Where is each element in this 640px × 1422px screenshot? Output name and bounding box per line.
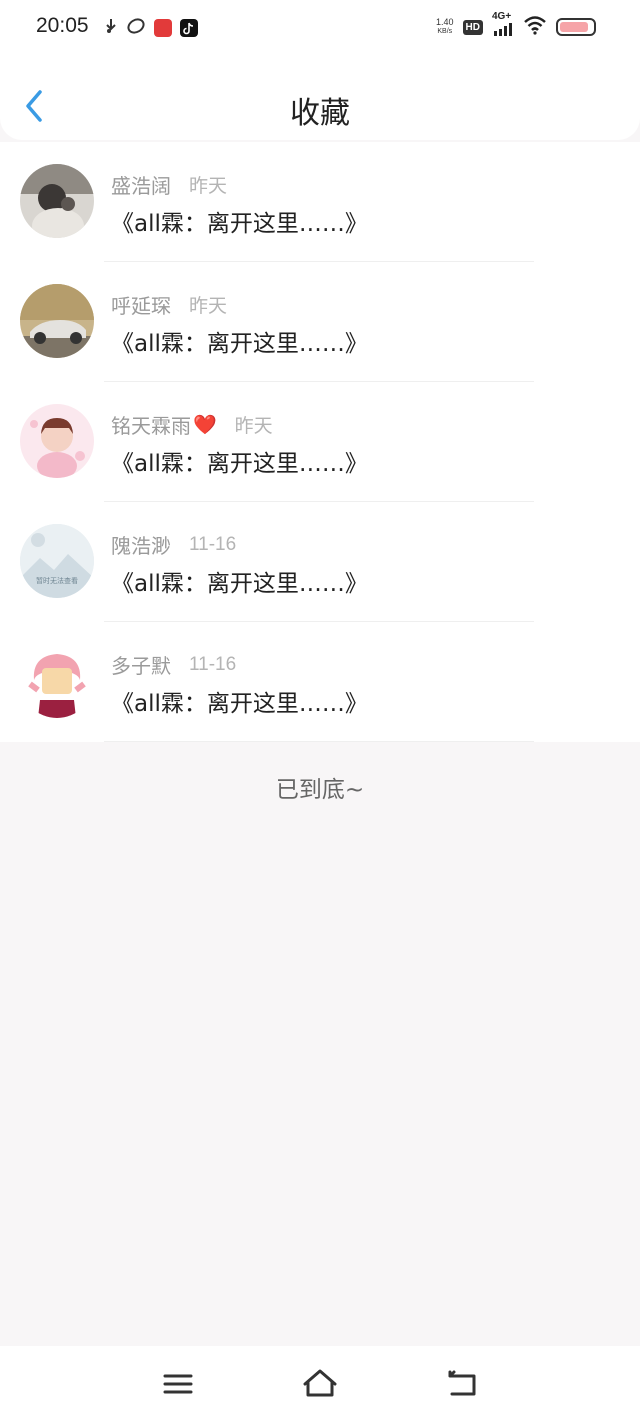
item-title: 《all霖：离开这里……》 <box>111 211 368 237</box>
page-title: 收藏 <box>290 96 350 131</box>
author-name: 隗浩渺 <box>111 534 171 558</box>
item-date: 11-16 <box>189 653 237 675</box>
list-item[interactable]: 铭天霖雨 ❤️ 昨天 《all霖：离开这里……》 <box>0 382 640 502</box>
home-icon <box>303 1369 337 1397</box>
list-item[interactable]: 盛浩阔 昨天 《all霖：离开这里……》 <box>0 142 640 262</box>
status-bar: 20:05 1.40 KB/s HD 4G+ <box>0 0 640 58</box>
home-button[interactable] <box>302 1368 338 1400</box>
network-label: 4G+ <box>492 11 512 22</box>
author-name: 呼延琛 <box>111 294 171 318</box>
item-date: 昨天 <box>234 416 273 437</box>
list-item[interactable]: 暂时无法查看 隗浩渺 11-16 《all霖：离开这里……》 <box>0 502 640 622</box>
menu-icon <box>163 1374 193 1394</box>
item-title: 《all霖：离开这里……》 <box>111 571 368 597</box>
net-speed-unit: KB/s <box>437 28 453 35</box>
tiktok-icon <box>180 19 198 37</box>
avatar: 暂时无法查看 <box>20 524 94 598</box>
back-nav-button[interactable] <box>444 1368 480 1400</box>
notification-icons <box>104 17 198 39</box>
top-card: 20:05 1.40 KB/s HD 4G+ 收藏 <box>0 0 640 140</box>
screen: 20:05 1.40 KB/s HD 4G+ 收藏 盛浩阔 昨天 《all霖：离… <box>0 0 640 1422</box>
item-title: 《all霖：离开这里……》 <box>111 331 368 357</box>
battery-icon <box>556 18 596 36</box>
item-date: 11-16 <box>189 533 237 555</box>
navigation-bar <box>0 1346 640 1422</box>
end-of-list-text: 已到底~ <box>275 777 365 803</box>
net-speed-value: 1.40 <box>436 17 454 27</box>
avatar <box>20 644 94 718</box>
item-meta: 隗浩渺 11-16 <box>111 530 236 559</box>
avatar <box>20 284 94 358</box>
item-title: 《all霖：离开这里……》 <box>111 451 368 477</box>
status-time: 20:05 <box>36 14 89 37</box>
heart-emoji: ❤️ <box>193 414 217 436</box>
header: 收藏 <box>0 70 640 140</box>
avatar <box>20 404 94 478</box>
signal-icon: 4G+ <box>492 11 514 37</box>
browser-icon <box>126 17 146 39</box>
item-meta: 呼延琛 昨天 <box>111 290 227 319</box>
list-item[interactable]: 呼延琛 昨天 《all霖：离开这里……》 <box>0 262 640 382</box>
app-notification-icon <box>154 19 172 37</box>
avatar-placeholder-caption: 暂时无法查看 <box>36 577 78 585</box>
avatar <box>20 164 94 238</box>
net-speed: 1.40 KB/s <box>436 18 454 36</box>
menu-button[interactable] <box>160 1368 196 1400</box>
item-date: 昨天 <box>189 176 228 197</box>
wifi-icon <box>523 15 547 39</box>
item-meta: 铭天霖雨 ❤️ 昨天 <box>111 410 273 439</box>
battery-level <box>560 22 588 32</box>
author-name: 盛浩阔 <box>111 174 171 198</box>
sync-icon <box>104 18 118 38</box>
item-title: 《all霖：离开这里……》 <box>111 691 368 717</box>
author-name: 铭天霖雨 <box>111 414 191 438</box>
author-name: 多子默 <box>111 654 171 678</box>
item-meta: 盛浩阔 昨天 <box>111 170 227 199</box>
list-item[interactable]: 多子默 11-16 《all霖：离开这里……》 <box>0 622 640 742</box>
back-icon <box>448 1370 476 1396</box>
favorites-list: 盛浩阔 昨天 《all霖：离开这里……》 呼延琛 昨天 《all霖：离开这里……… <box>0 142 640 742</box>
status-right: 1.40 KB/s HD 4G+ <box>436 11 596 39</box>
item-meta: 多子默 11-16 <box>111 650 236 679</box>
hd-badge: HD <box>462 19 483 35</box>
divider <box>104 741 534 742</box>
item-date: 昨天 <box>189 296 228 317</box>
